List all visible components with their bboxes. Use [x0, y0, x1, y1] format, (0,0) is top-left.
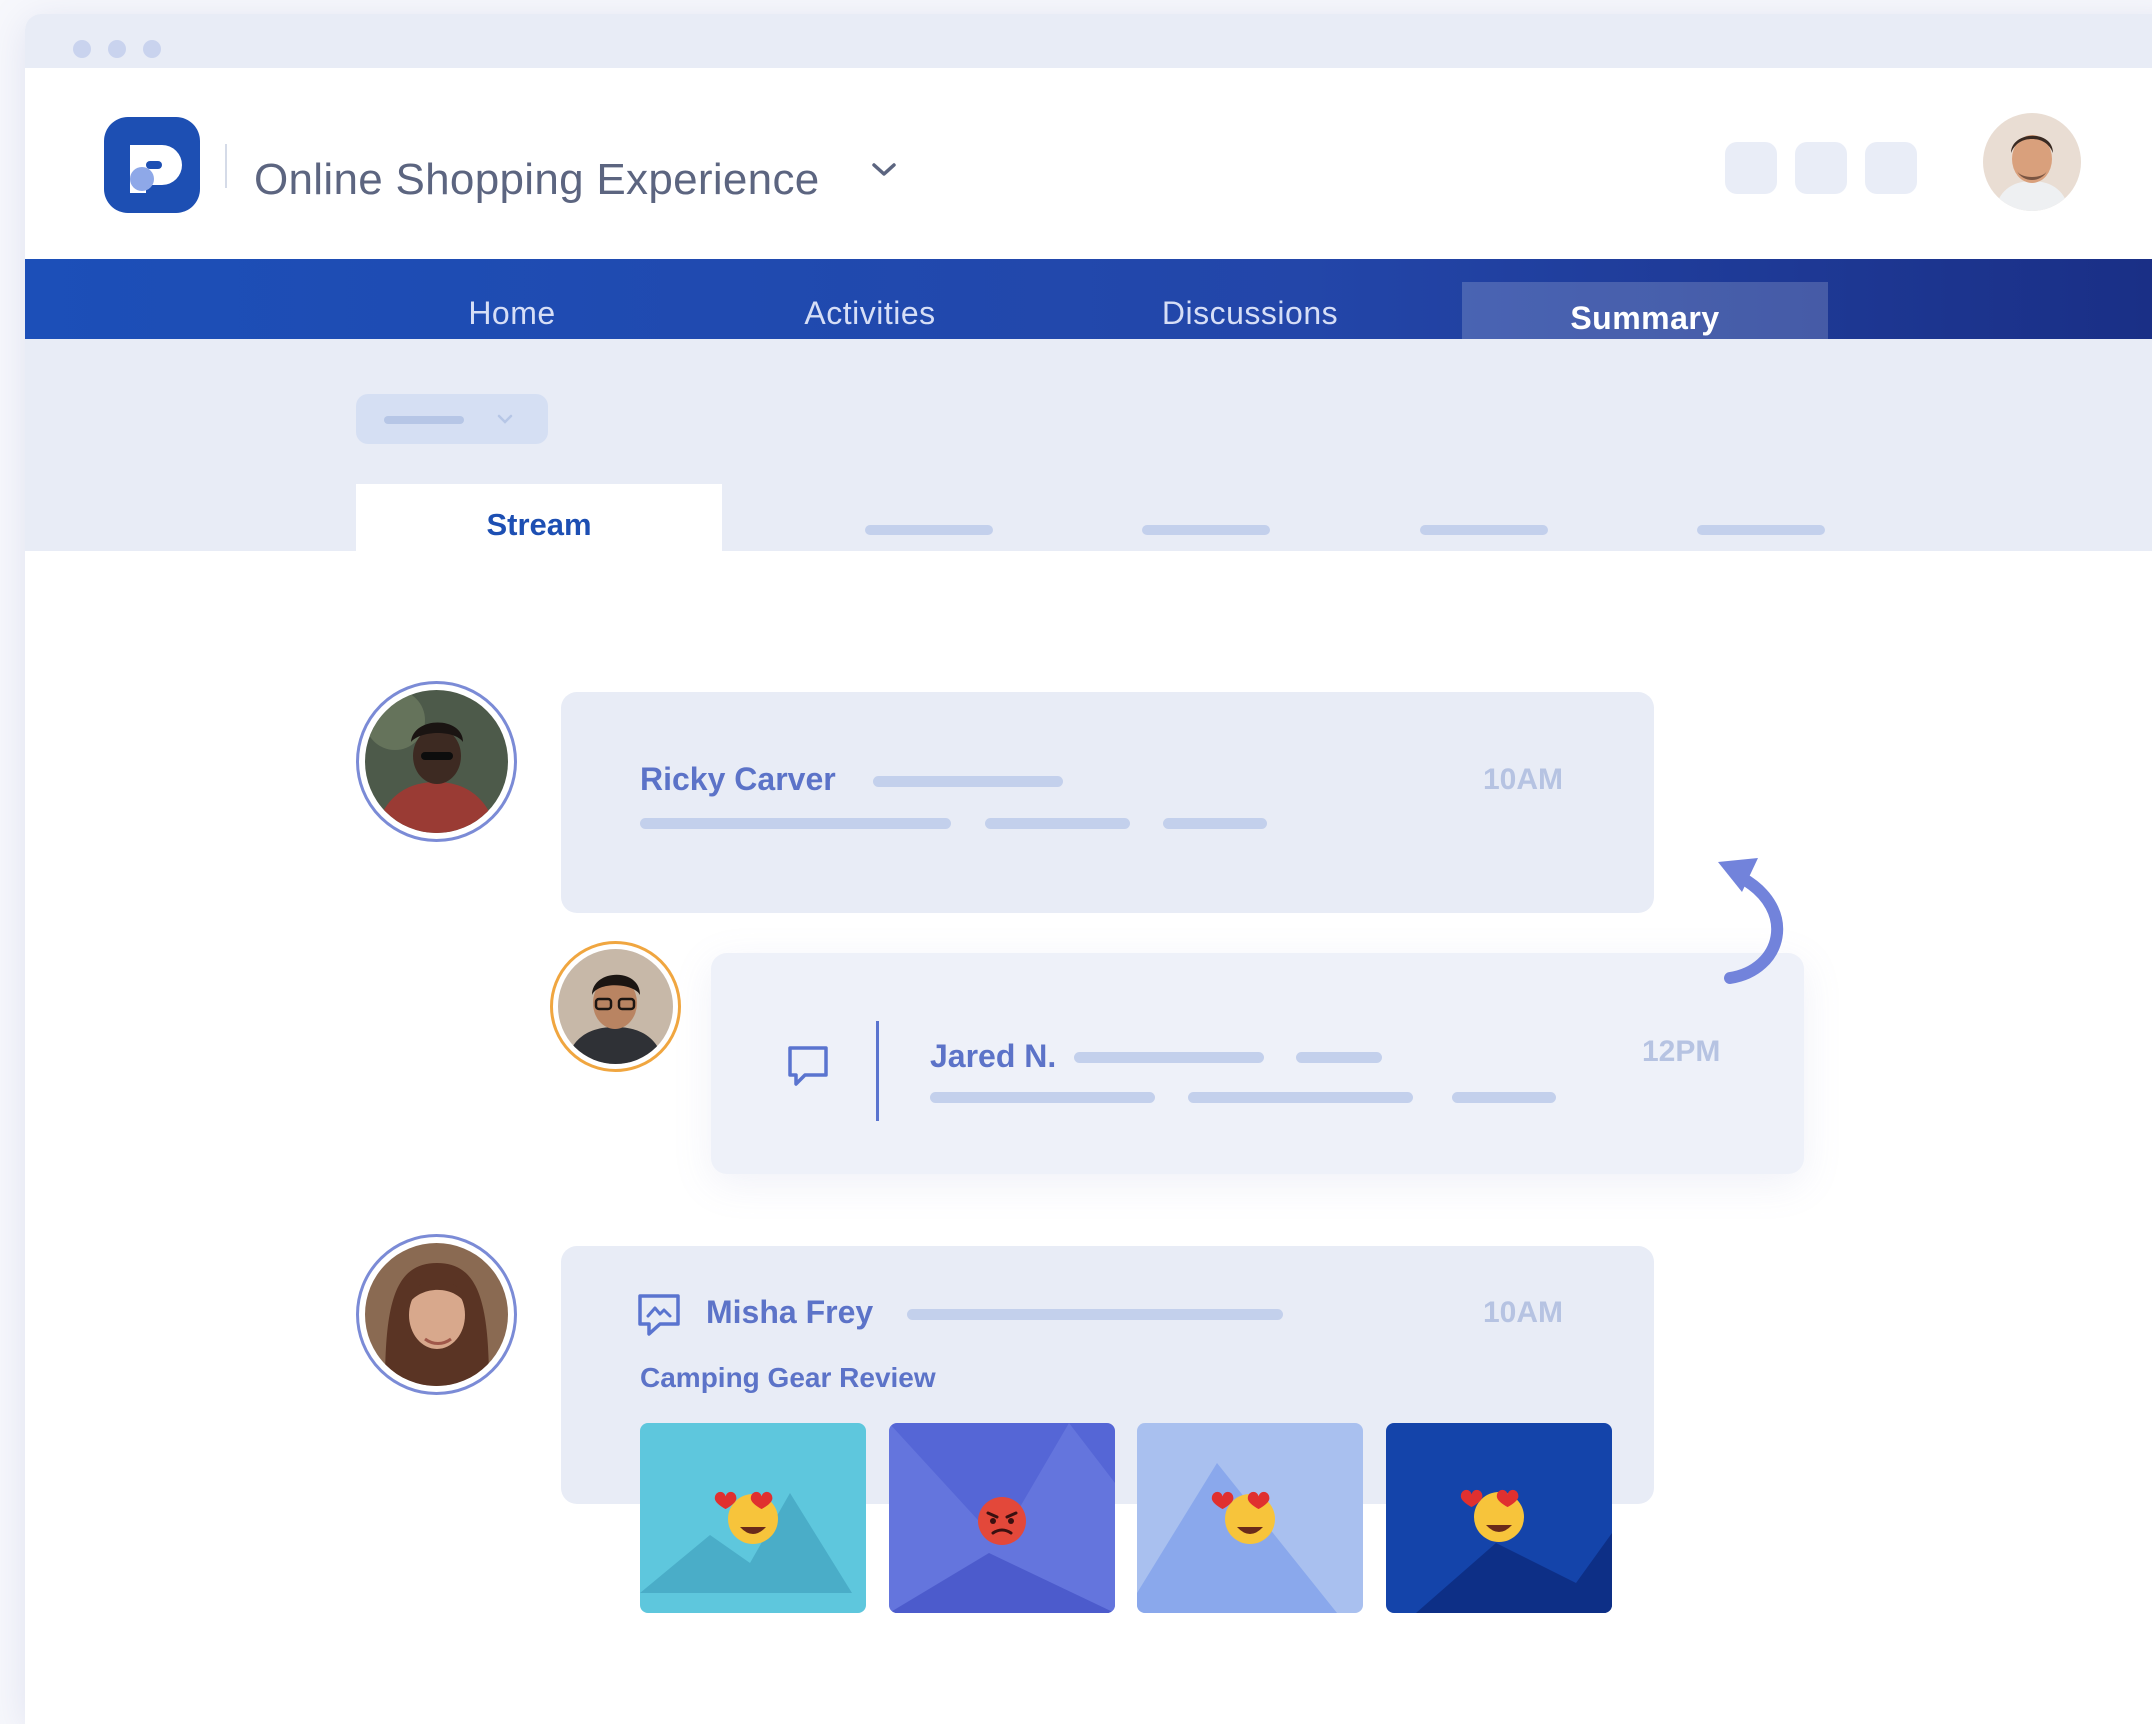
reply-arrow-icon	[1712, 852, 1796, 991]
comment-icon[interactable]	[785, 1043, 831, 1094]
tab-stream[interactable]: Stream	[356, 484, 722, 565]
image-thumbnail[interactable]	[1137, 1423, 1363, 1613]
post-time: 10AM	[1483, 1296, 1564, 1329]
text-placeholder	[1452, 1092, 1556, 1103]
avatar-ricky-carver[interactable]	[356, 681, 517, 842]
angry-face-emoji	[978, 1497, 1026, 1545]
tab-placeholder[interactable]	[1697, 525, 1825, 535]
window-dot[interactable]	[143, 40, 161, 58]
reply-author[interactable]: Jared N.	[930, 1038, 1056, 1075]
post-time: 10AM	[1483, 763, 1564, 796]
window-dot[interactable]	[73, 40, 91, 58]
user-avatar[interactable]	[1983, 113, 2081, 211]
sub-toolbar	[25, 339, 2152, 551]
chevron-down-icon	[497, 414, 513, 424]
tab-placeholder[interactable]	[1420, 525, 1548, 535]
tab-placeholder[interactable]	[1142, 525, 1270, 535]
text-placeholder	[1074, 1052, 1264, 1063]
main-navbar	[25, 259, 2152, 339]
header-action-button[interactable]	[1865, 142, 1917, 194]
heart-eyes-emoji	[714, 1491, 778, 1544]
stream-reply-card[interactable]	[711, 953, 1804, 1174]
post-author[interactable]: Ricky Carver	[640, 761, 836, 798]
filter-dropdown[interactable]	[356, 394, 548, 444]
tab-placeholder[interactable]	[865, 525, 993, 535]
avatar-misha-frey[interactable]	[356, 1234, 517, 1395]
project-title[interactable]: Online Shopping Experience	[254, 152, 820, 208]
chevron-down-icon[interactable]	[870, 160, 898, 185]
app-logo-icon[interactable]	[104, 117, 200, 213]
post-author[interactable]: Misha Frey	[706, 1294, 873, 1331]
image-thumbnail[interactable]	[640, 1423, 866, 1613]
dropdown-value-placeholder	[384, 416, 464, 424]
image-thumbnail[interactable]	[1386, 1423, 1612, 1613]
text-placeholder	[1296, 1052, 1382, 1063]
image-thumbnail[interactable]	[889, 1423, 1115, 1613]
text-placeholder	[907, 1309, 1283, 1320]
post-subtitle[interactable]: Camping Gear Review	[640, 1362, 936, 1394]
window-dot[interactable]	[108, 40, 126, 58]
stream-post-card[interactable]	[561, 692, 1654, 913]
reply-divider	[876, 1021, 879, 1121]
text-placeholder	[1188, 1092, 1413, 1103]
header-divider	[225, 144, 227, 188]
reply-time: 12PM	[1642, 1035, 1721, 1068]
text-placeholder	[930, 1092, 1155, 1103]
text-placeholder	[985, 818, 1130, 829]
text-placeholder	[873, 776, 1063, 787]
header-action-button[interactable]	[1795, 142, 1847, 194]
avatar-jared-n[interactable]	[550, 941, 681, 1072]
text-placeholder	[1163, 818, 1267, 829]
header-action-button[interactable]	[1725, 142, 1777, 194]
text-placeholder	[640, 818, 951, 829]
heart-eyes-emoji	[1460, 1489, 1524, 1542]
chat-icon[interactable]	[636, 1292, 682, 1343]
